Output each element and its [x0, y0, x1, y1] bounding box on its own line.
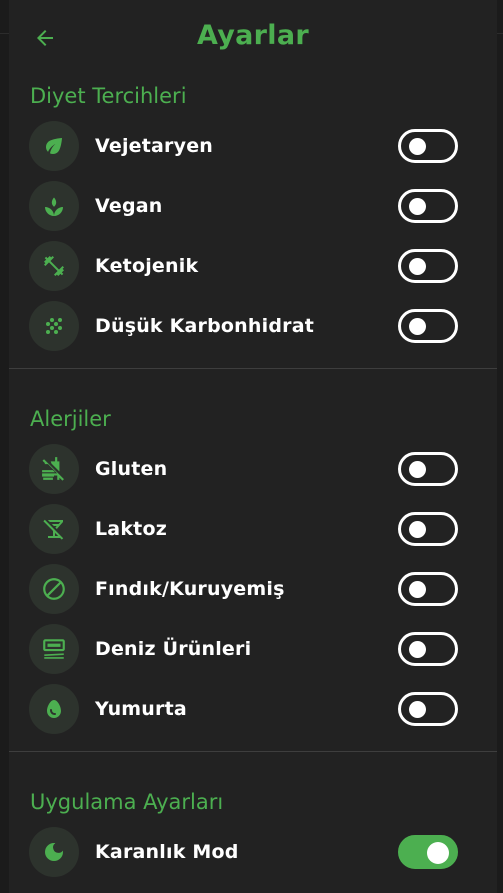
icon-badge	[29, 684, 79, 734]
grain-icon	[46, 318, 62, 334]
section-title-app-settings: Uygulama Ayarları	[30, 790, 224, 814]
toggle-knob	[409, 258, 426, 275]
egg-icon	[47, 700, 61, 718]
setting-label: Vegan	[95, 195, 163, 217]
setting-label: Ketojenik	[95, 255, 199, 277]
toggle-knob	[409, 701, 426, 718]
toggle-knob	[409, 521, 426, 538]
nuts-toggle[interactable]	[398, 572, 458, 606]
leaf-icon	[45, 138, 62, 154]
toggle-knob	[427, 842, 449, 864]
section-divider	[9, 751, 497, 752]
section-divider	[9, 368, 497, 369]
settings-panel: Ayarlar Diyet Tercihleri Vejetaryen Vega…	[9, 0, 497, 893]
setting-row-dark-mode: Karanlık Mod	[9, 822, 497, 882]
vegetarian-toggle[interactable]	[398, 129, 458, 163]
setting-row-low-carb: Düşük Karbonhidrat	[9, 296, 497, 356]
icon-badge	[29, 181, 79, 231]
set-meal-icon	[43, 639, 65, 659]
dark-mode-toggle[interactable]	[398, 835, 458, 869]
setting-row-seafood: Deniz Ürünleri	[9, 619, 497, 679]
section-title-allergies: Alerjiler	[30, 407, 111, 431]
block-icon	[43, 578, 65, 600]
toggle-knob	[409, 461, 426, 478]
sprout-icon	[45, 197, 63, 216]
setting-label: Vejetaryen	[95, 135, 214, 157]
icon-badge	[29, 564, 79, 614]
icon-badge	[29, 241, 79, 291]
setting-row-gluten: Gluten	[9, 439, 497, 499]
toggle-knob	[409, 198, 426, 215]
no-food-icon	[42, 457, 64, 481]
setting-row-vegan: Vegan	[9, 176, 497, 236]
setting-label: Deniz Ürünleri	[95, 638, 252, 660]
no-drinks-icon	[43, 519, 64, 540]
lactose-toggle[interactable]	[398, 512, 458, 546]
setting-row-nuts: Fındık/Kuruyemiş	[9, 559, 497, 619]
icon-badge	[29, 444, 79, 494]
page-title: Ayarlar	[197, 20, 309, 51]
setting-label: Gluten	[95, 458, 168, 480]
section-title-diet: Diyet Tercihleri	[30, 84, 187, 108]
setting-label: Fındık/Kuruyemiş	[95, 578, 285, 600]
toggle-knob	[409, 641, 426, 658]
icon-badge	[29, 504, 79, 554]
icon-badge	[29, 301, 79, 351]
keto-toggle[interactable]	[398, 249, 458, 283]
vegan-toggle[interactable]	[398, 189, 458, 223]
toggle-knob	[409, 581, 426, 598]
setting-row-lactose: Laktoz	[9, 499, 497, 559]
icon-badge	[29, 624, 79, 674]
setting-label: Yumurta	[95, 698, 187, 720]
app-settings-section: Uygulama Ayarları Karanlık Mod	[9, 782, 497, 882]
setting-label: Karanlık Mod	[95, 841, 239, 863]
toggle-knob	[409, 138, 426, 155]
allergies-section: Alerjiler Gluten Laktoz Fındık/Kuruyemiş…	[9, 399, 497, 752]
toggle-knob	[409, 318, 426, 335]
setting-label: Laktoz	[95, 518, 167, 540]
gluten-toggle[interactable]	[398, 452, 458, 486]
egg-toggle[interactable]	[398, 692, 458, 726]
setting-row-egg: Yumurta	[9, 679, 497, 739]
setting-row-keto: Ketojenik	[9, 236, 497, 296]
setting-row-vegetarian: Vejetaryen	[9, 116, 497, 176]
diet-section: Diyet Tercihleri Vejetaryen Vegan Ketoje…	[9, 76, 497, 369]
icon-badge	[29, 827, 79, 877]
header: Ayarlar	[9, 0, 497, 76]
seafood-toggle[interactable]	[398, 632, 458, 666]
moon-icon	[45, 843, 63, 861]
dumbbell-icon	[44, 256, 64, 276]
icon-badge	[29, 121, 79, 171]
low-carb-toggle[interactable]	[398, 309, 458, 343]
setting-label: Düşük Karbonhidrat	[95, 315, 314, 337]
